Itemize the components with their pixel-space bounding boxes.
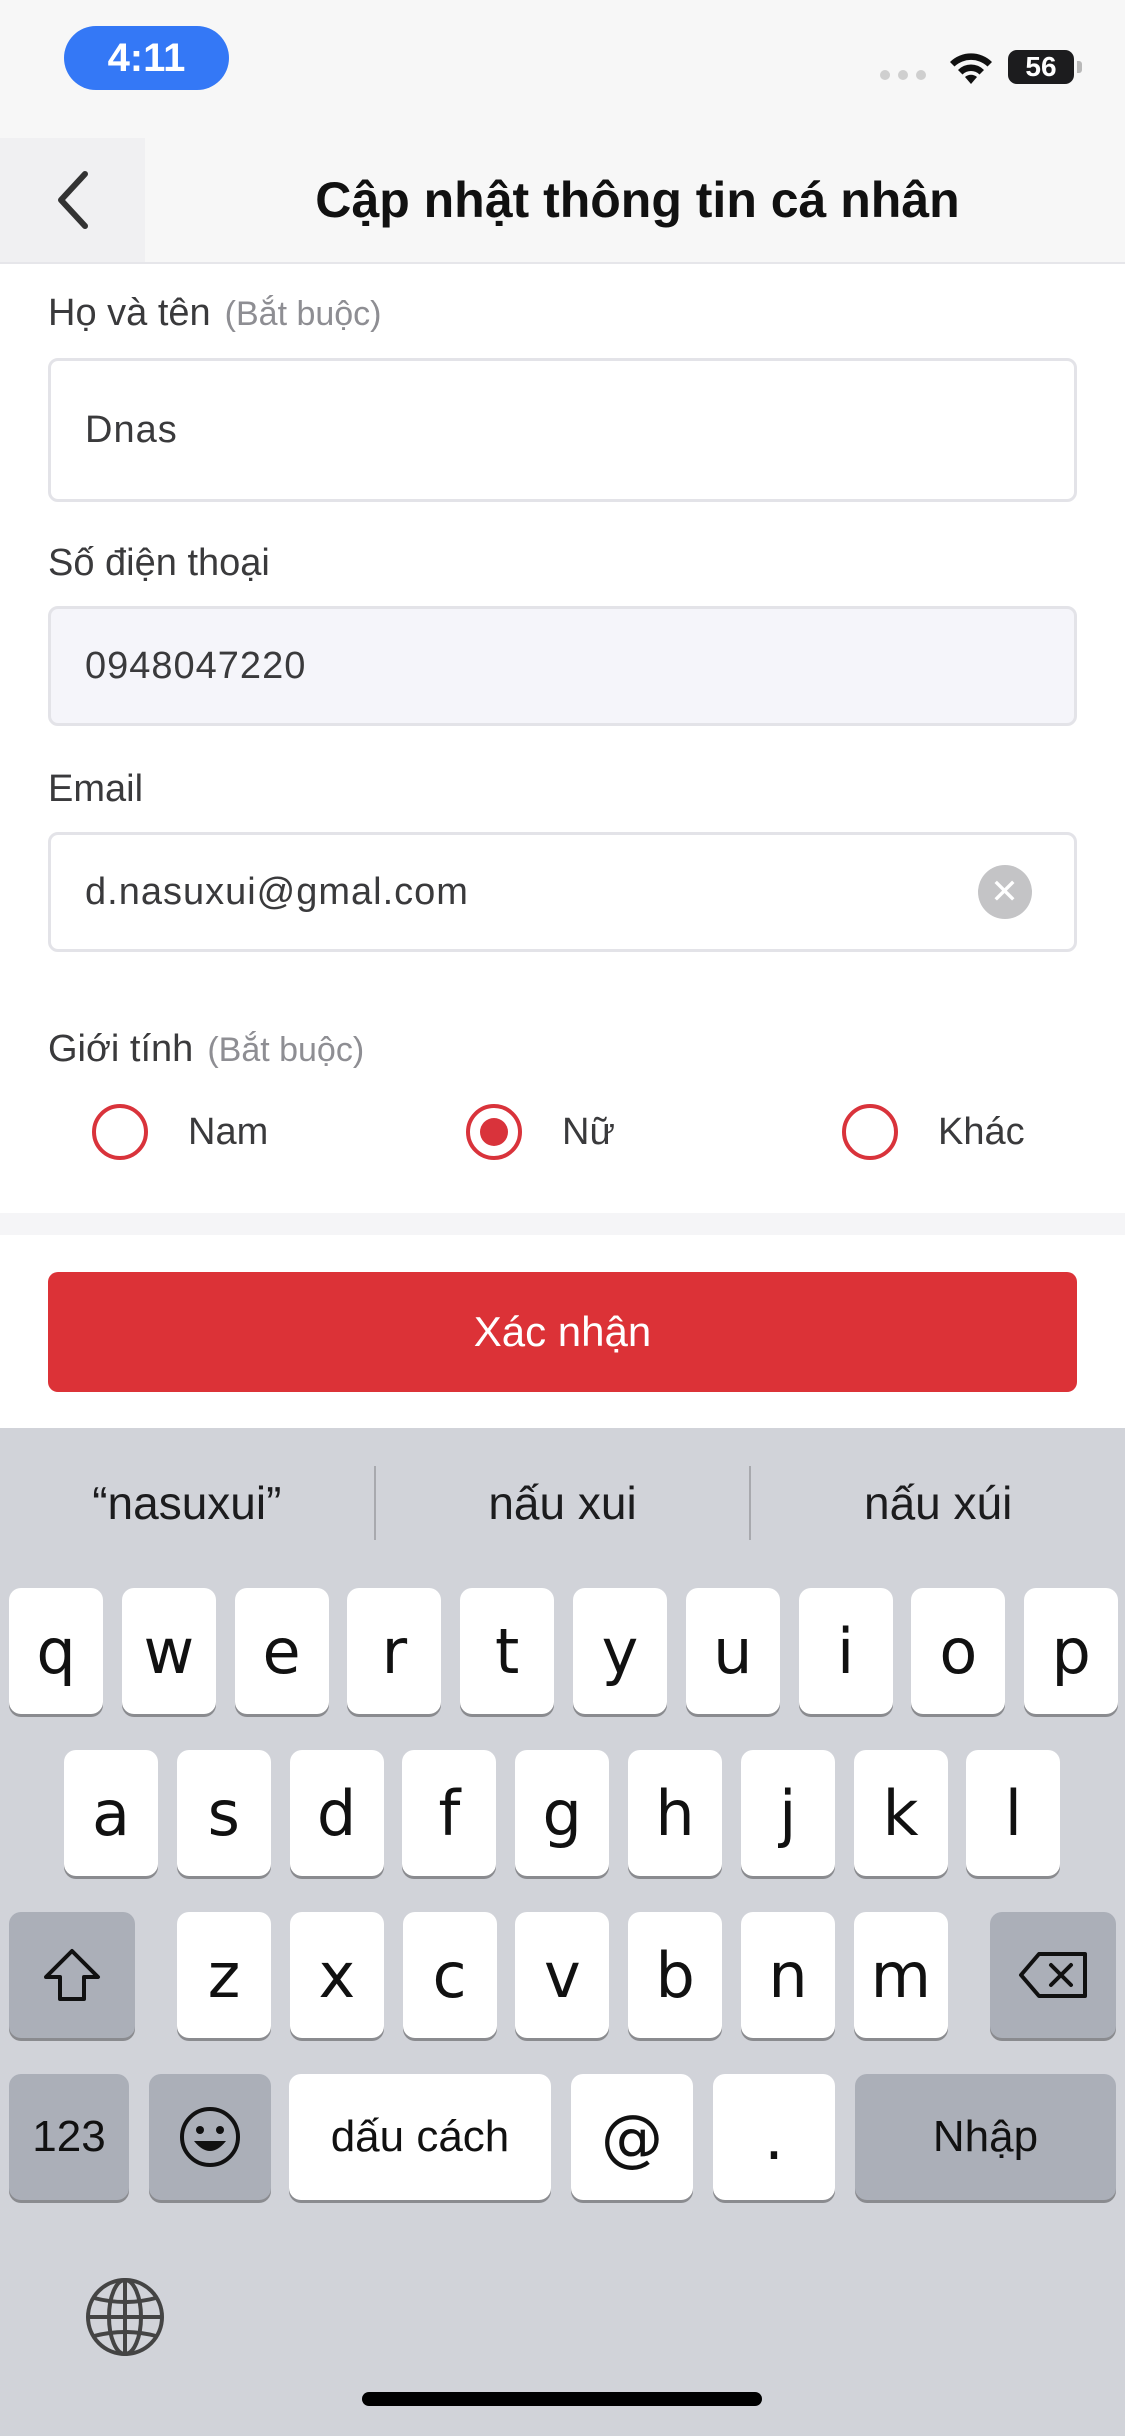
key-o[interactable]: o <box>911 1588 1006 1714</box>
name-label-text: Họ và tên <box>48 292 211 334</box>
key-x[interactable]: x <box>289 1912 384 2038</box>
key-g[interactable]: g <box>515 1750 610 1876</box>
cellular-signal-icon <box>880 70 926 80</box>
keyboard-suggestions: “nasuxui” nấu xui nấu xúi <box>0 1428 1125 1578</box>
confirm-button[interactable]: Xác nhận <box>48 1272 1077 1392</box>
clear-icon[interactable]: ✕ <box>978 865 1032 919</box>
emoji-icon <box>180 2107 240 2167</box>
shift-key[interactable] <box>9 1912 135 2038</box>
key-d[interactable]: d <box>289 1750 384 1876</box>
key-y[interactable]: y <box>573 1588 667 1714</box>
numbers-key[interactable]: 123 <box>9 2074 129 2200</box>
radio-icon <box>92 1104 148 1160</box>
key-z[interactable]: z <box>177 1912 271 2038</box>
key-e[interactable]: e <box>234 1588 329 1714</box>
status-time[interactable]: 4:11 <box>64 26 229 90</box>
suggestion-item[interactable]: nấu xui <box>376 1476 750 1530</box>
key-j[interactable]: j <box>740 1750 835 1876</box>
phone-label: Số điện thoại <box>48 542 270 585</box>
radio-label: Khác <box>938 1110 1025 1153</box>
home-indicator[interactable] <box>362 2392 762 2406</box>
back-button[interactable] <box>0 138 145 262</box>
key-k[interactable]: k <box>853 1750 948 1876</box>
backspace-key[interactable] <box>990 1912 1116 2038</box>
email-input-value: d.nasuxui@gmal.com <box>85 870 469 913</box>
keyboard: “nasuxui” nấu xui nấu xúi 123 dấu cách @… <box>0 1428 1125 2436</box>
shift-icon <box>44 1949 100 2001</box>
key-p[interactable]: p <box>1024 1588 1119 1714</box>
gender-option-nu[interactable]: Nữ <box>466 1104 615 1160</box>
email-input[interactable]: d.nasuxui@gmal.com ✕ <box>48 832 1077 952</box>
key-i[interactable]: i <box>798 1588 893 1714</box>
key-a[interactable]: a <box>64 1750 158 1876</box>
battery-icon: 56 <box>1008 50 1082 84</box>
key-c[interactable]: c <box>402 1912 497 2038</box>
gender-option-nam[interactable]: Nam <box>92 1104 268 1160</box>
gender-label: Giới tính (Bắt buộc) <box>48 1028 364 1071</box>
wifi-icon <box>950 53 992 84</box>
phone-input-value: 0948047220 <box>85 644 307 687</box>
key-r[interactable]: r <box>347 1588 442 1714</box>
gender-radio-group: Nam Nữ Khác <box>48 1104 1077 1184</box>
status-bar: 4:11 56 <box>0 0 1125 138</box>
at-key[interactable]: @ <box>571 2074 693 2200</box>
gender-label-text: Giới tính <box>48 1028 194 1070</box>
email-label: Email <box>48 768 143 811</box>
page-title: Cập nhật thông tin cá nhân <box>145 138 1125 262</box>
required-hint: (Bắt buộc) <box>207 1031 365 1069</box>
gender-option-khac[interactable]: Khác <box>842 1104 1025 1160</box>
emoji-key[interactable] <box>149 2074 271 2200</box>
space-key[interactable]: dấu cách <box>289 2074 551 2200</box>
suggestion-item[interactable]: nấu xúi <box>751 1476 1125 1530</box>
name-label: Họ và tên (Bắt buộc) <box>48 292 382 335</box>
key-w[interactable]: w <box>121 1588 216 1714</box>
key-s[interactable]: s <box>176 1750 271 1876</box>
nav-bar: Cập nhật thông tin cá nhân <box>0 138 1125 264</box>
name-input-value: Dnas <box>85 408 178 451</box>
key-u[interactable]: u <box>685 1588 780 1714</box>
chevron-left-icon <box>57 171 88 229</box>
name-input[interactable]: Dnas <box>48 358 1077 502</box>
key-v[interactable]: v <box>515 1912 610 2038</box>
key-h[interactable]: h <box>628 1750 722 1876</box>
dot-key[interactable]: . <box>713 2074 835 2200</box>
key-m[interactable]: m <box>853 1912 948 2038</box>
phone-label-text: Số điện thoại <box>48 542 270 584</box>
phone-input[interactable]: 0948047220 <box>48 606 1077 726</box>
key-q[interactable]: q <box>9 1588 103 1714</box>
key-f[interactable]: f <box>402 1750 497 1876</box>
key-t[interactable]: t <box>460 1588 555 1714</box>
required-hint: (Bắt buộc) <box>224 295 382 333</box>
section-divider <box>0 1213 1125 1235</box>
page-title-text: Cập nhật thông tin cá nhân <box>315 172 960 228</box>
key-b[interactable]: b <box>628 1912 723 2038</box>
email-label-text: Email <box>48 768 144 810</box>
radio-label: Nam <box>188 1110 269 1153</box>
backspace-icon <box>1019 1952 1087 1998</box>
suggestion-item[interactable]: “nasuxui” <box>0 1476 374 1530</box>
globe-icon[interactable] <box>84 2276 166 2358</box>
radio-icon <box>842 1104 898 1160</box>
key-n[interactable]: n <box>741 1912 835 2038</box>
radio-label: Nữ <box>562 1110 615 1153</box>
return-key[interactable]: Nhập <box>855 2074 1116 2200</box>
key-l[interactable]: l <box>966 1750 1061 1876</box>
radio-checked-icon <box>466 1104 522 1160</box>
